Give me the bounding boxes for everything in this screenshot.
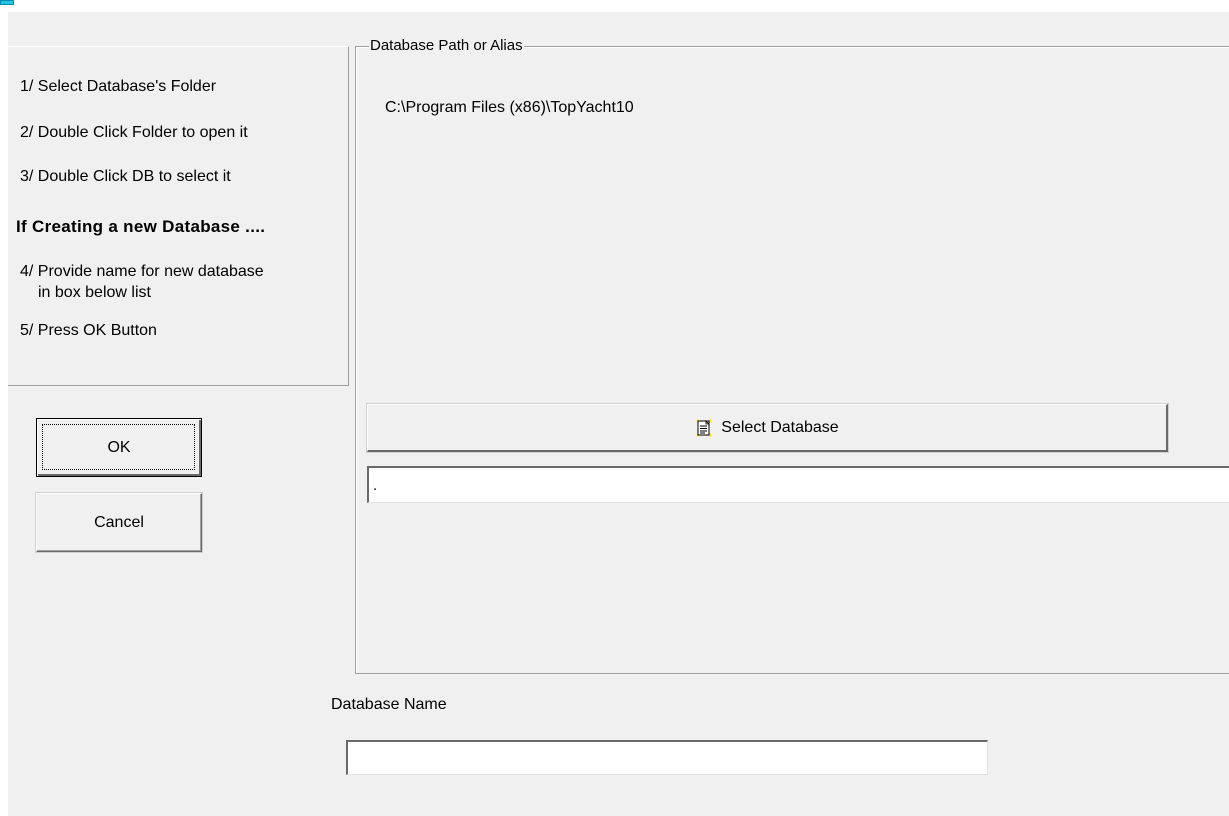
new-database-heading: If Creating a new Database .... xyxy=(16,217,266,236)
instruction-step-5: 5/ Press OK Button xyxy=(20,322,157,339)
database-name-field[interactable] xyxy=(346,740,988,775)
instruction-step-1: 1/ Select Database's Folder xyxy=(20,78,217,95)
cancel-button-label: Cancel xyxy=(94,513,144,531)
database-path-group-legend: Database Path or Alias xyxy=(369,37,524,55)
folder-path-field[interactable] xyxy=(367,466,1229,503)
instruction-step-4-continued: in box below list xyxy=(38,284,151,301)
database-name-label: Database Name xyxy=(331,696,447,713)
select-database-label: Select Database xyxy=(721,418,839,436)
cancel-button[interactable]: Cancel xyxy=(36,493,202,552)
database-path-group xyxy=(355,46,1229,674)
instruction-step-4: 4/ Provide name for new database xyxy=(20,263,264,280)
focus-rectangle xyxy=(42,424,195,470)
document-list-icon xyxy=(695,418,713,437)
select-database-button[interactable]: Select Database xyxy=(367,404,1168,452)
instructions-panel: 1/ Select Database's Folder 2/ Double Cl… xyxy=(8,46,349,386)
app-icon xyxy=(0,0,14,5)
instruction-step-3: 3/ Double Click DB to select it xyxy=(20,168,231,185)
instruction-step-2: 2/ Double Click Folder to open it xyxy=(20,124,248,141)
ok-button[interactable]: OK xyxy=(36,418,202,477)
current-path-text: C:\Program Files (x86)\TopYacht10 xyxy=(385,99,634,116)
